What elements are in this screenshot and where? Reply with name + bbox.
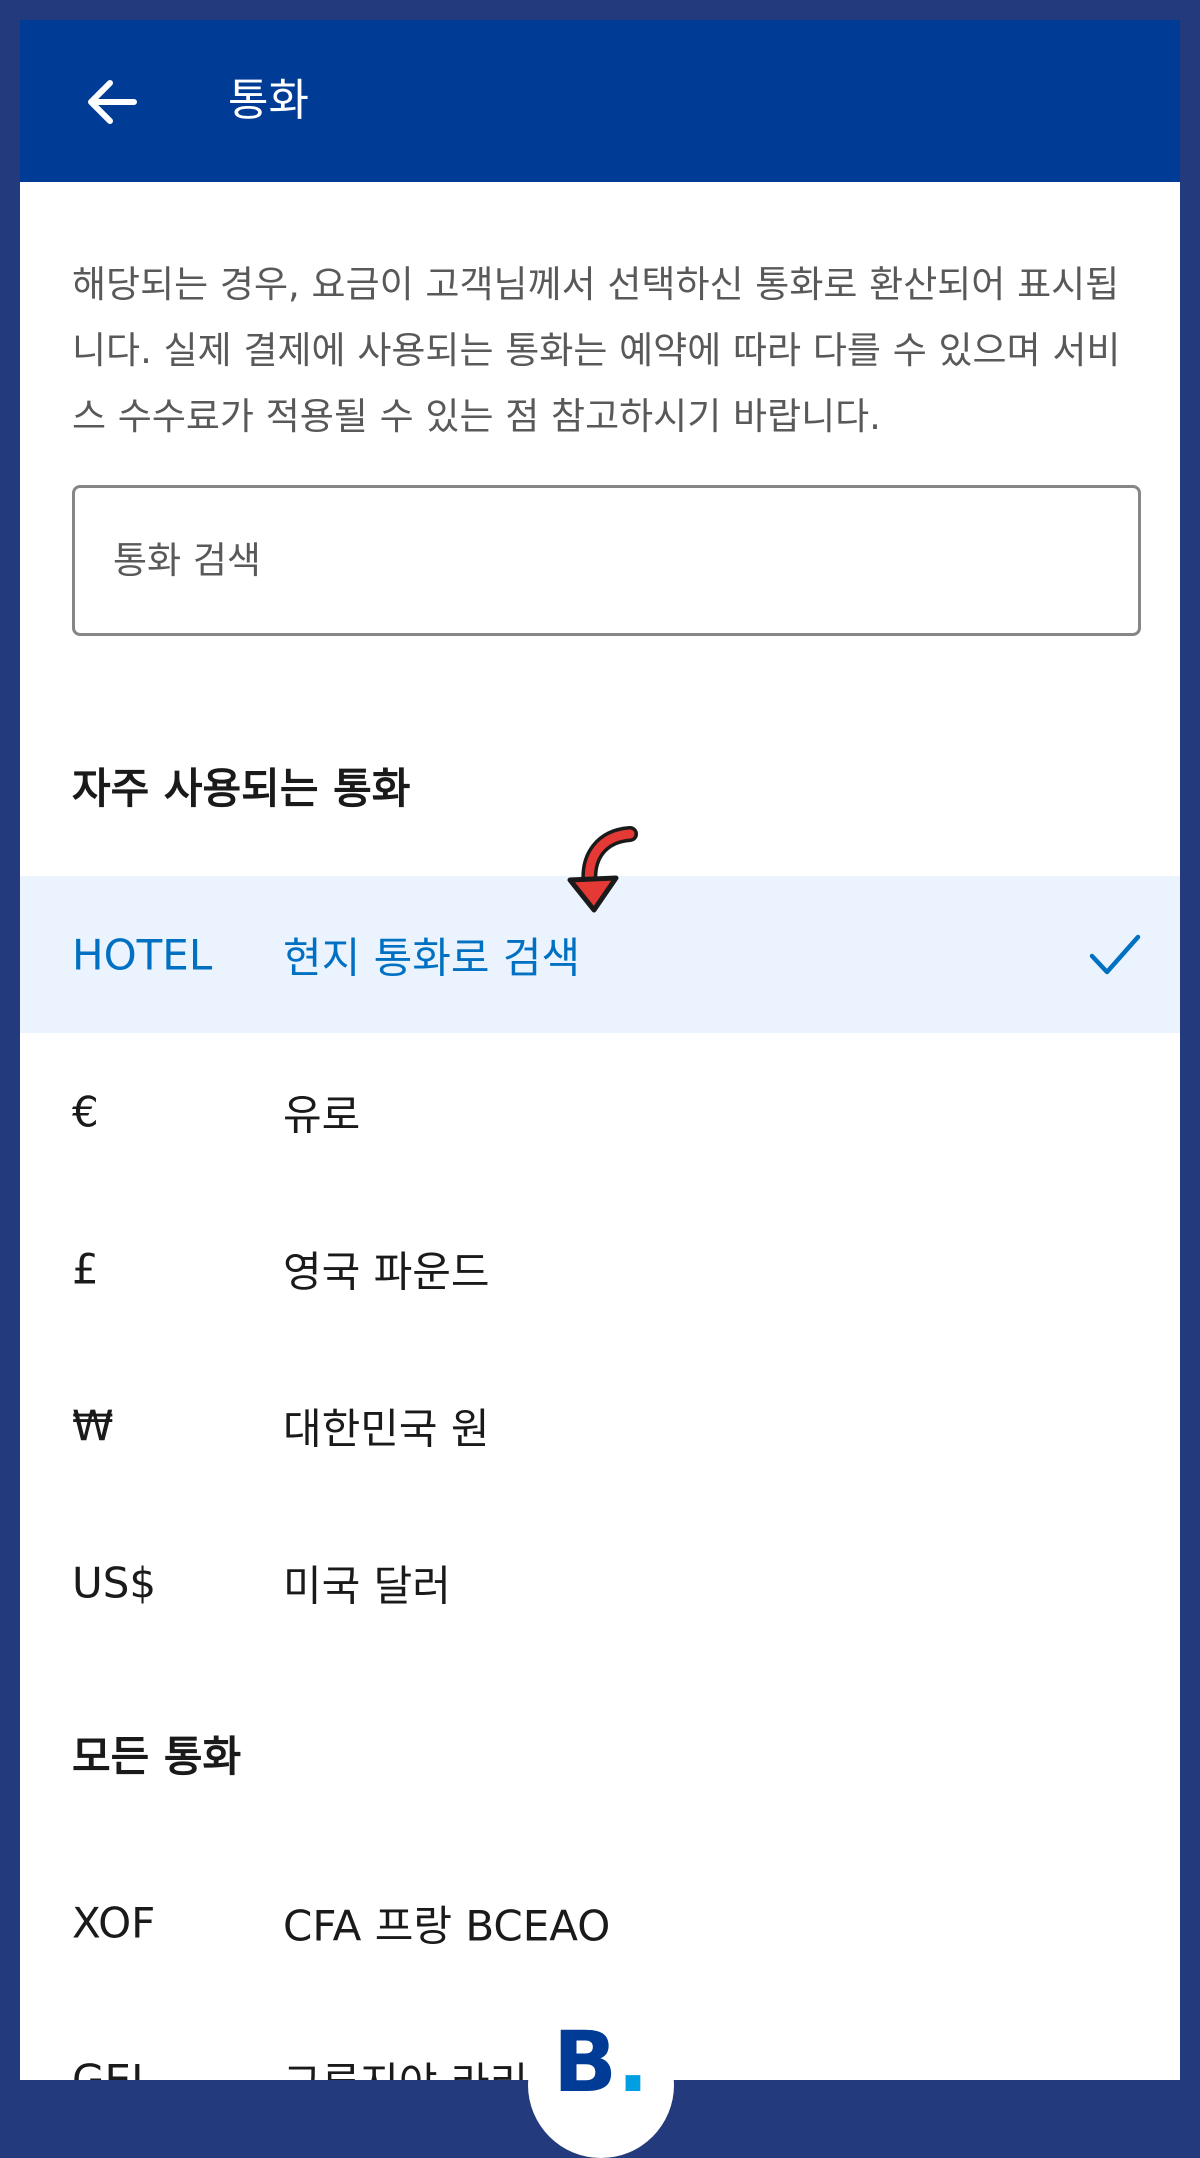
currency-code: € [72, 1087, 99, 1136]
currency-search-input[interactable] [72, 485, 1141, 636]
currency-code: ₩ [72, 1401, 114, 1450]
currency-code: US$ [72, 1558, 157, 1607]
currency-code: XOF [72, 1898, 156, 1947]
logo-dot: . [617, 2013, 649, 2111]
booking-logo: B. [528, 2012, 674, 2158]
currency-row-eur[interactable]: € 유로 [20, 1033, 1180, 1190]
currency-name: 영국 파운드 [283, 1247, 490, 1296]
currency-name: 그루지야 라리 [283, 2049, 528, 2080]
frequent-currencies-heading: 자주 사용되는 통화 [72, 764, 411, 813]
currency-code: GEL [72, 2055, 155, 2080]
app-bar: 통화 [20, 20, 1180, 182]
currency-row-usd[interactable]: US$ 미국 달러 [20, 1504, 1180, 1661]
currency-name: CFA 프랑 BCEAO [283, 1901, 611, 1950]
currency-name: 현지 통화로 검색 [283, 933, 581, 982]
currency-code: £ [72, 1244, 99, 1293]
currency-name: 미국 달러 [283, 1561, 451, 1610]
currency-name: 대한민국 원 [283, 1404, 490, 1453]
currency-row-xof[interactable]: XOF CFA 프랑 BCEAO [20, 1844, 1180, 2001]
screen: 통화 해당되는 경우, 요금이 고객님께서 선택하신 통화로 환산되어 표시됩니… [20, 20, 1180, 2080]
currency-name: 유로 [283, 1090, 361, 1139]
currency-notice: 해당되는 경우, 요금이 고객님께서 선택하신 통화로 환산되어 표시됩니다. … [72, 263, 1121, 438]
checkmark-icon [1089, 934, 1141, 974]
logo-letter: B [553, 2013, 618, 2111]
page-title: 통화 [228, 75, 309, 126]
currency-row-krw[interactable]: ₩ 대한민국 원 [20, 1347, 1180, 1504]
all-currencies-heading: 모든 통화 [72, 1732, 242, 1781]
back-button[interactable] [72, 62, 152, 142]
currency-row-gbp[interactable]: £ 영국 파운드 [20, 1190, 1180, 1347]
curved-arrow-icon [567, 826, 638, 913]
arrow-left-icon [88, 80, 137, 124]
currency-code: HOTEL [72, 930, 213, 979]
